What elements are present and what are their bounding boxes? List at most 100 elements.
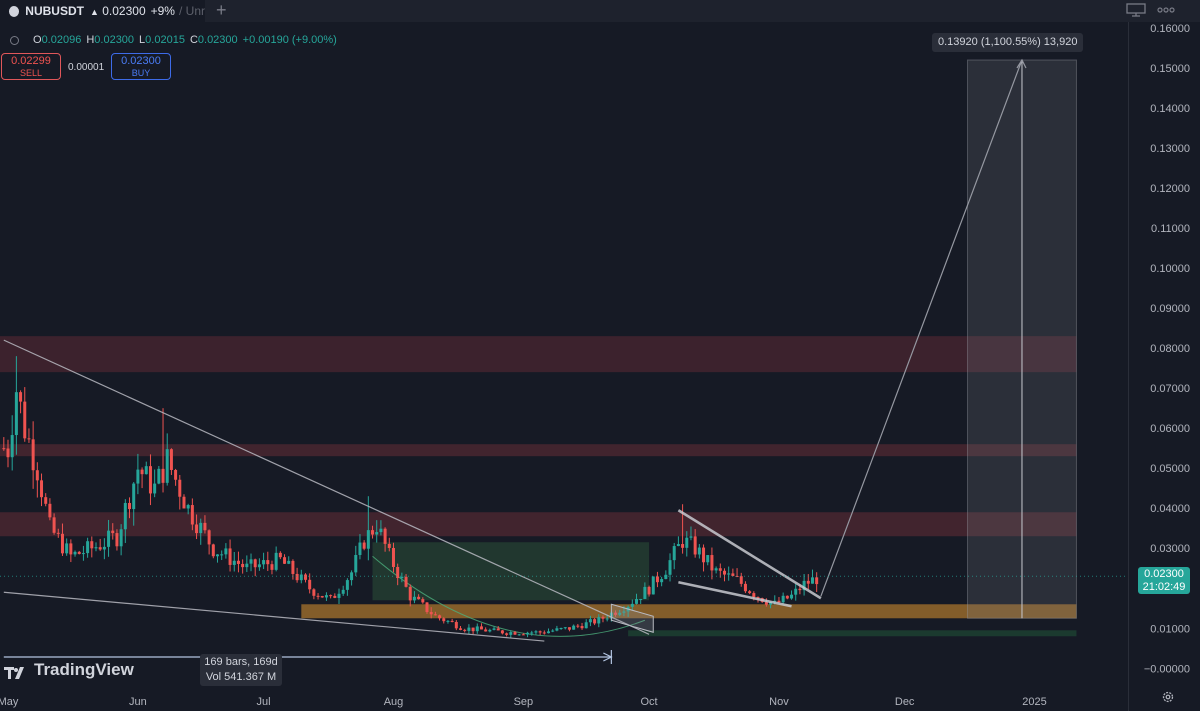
y-tick-label: 0.05000: [1150, 463, 1190, 475]
y-tick-label: 0.16000: [1150, 23, 1190, 35]
candle-body: [56, 532, 60, 534]
ohlc-legend: O 0.02096 H 0.02300 L 0.02015 C 0.02300 +0.0…: [10, 34, 337, 46]
x-tick-label: Sep: [514, 696, 534, 708]
candle-body: [475, 626, 479, 632]
candle-body: [14, 392, 18, 436]
candle-body: [291, 560, 295, 574]
y-tick-label: 0.13000: [1150, 143, 1190, 155]
candle-body: [266, 560, 270, 565]
candle-body: [345, 580, 349, 590]
candle-body: [379, 528, 383, 533]
candle-body: [421, 599, 425, 603]
candle-body: [639, 598, 643, 600]
date-range-info: 169 bars, 169d Vol 541.367 M: [200, 654, 282, 686]
candle-body: [597, 617, 601, 624]
candle-body: [567, 627, 571, 630]
candle-body: [706, 555, 710, 563]
current-price-tag: 0.02300 21:02:49: [1138, 567, 1190, 594]
candle-body: [119, 529, 123, 547]
candle-body: [555, 628, 559, 631]
open-value: 0.02096: [41, 34, 82, 46]
candle-body: [115, 533, 119, 547]
candle-body: [228, 548, 232, 565]
candle-body: [153, 483, 157, 494]
candle-body: [400, 576, 404, 579]
x-tick-label: Jun: [129, 696, 147, 708]
candle-body: [538, 631, 542, 633]
candle-body: [517, 634, 521, 636]
candle-body: [257, 564, 261, 568]
candle-body: [132, 483, 136, 510]
measure-label: 0.13920 (1,100.55%) 13,920: [932, 33, 1084, 52]
candle-body: [429, 612, 433, 615]
candle-body: [52, 517, 56, 533]
candle-body: [220, 554, 224, 556]
candle-body: [743, 583, 747, 592]
candle-body: [454, 621, 458, 629]
candle-countdown: 21:02:49: [1142, 581, 1186, 593]
candle-body: [165, 449, 169, 483]
spread-value: 0.00001: [68, 62, 105, 73]
candle-body: [299, 574, 303, 581]
sell-price: 0.02299: [11, 55, 51, 67]
candle-body: [320, 596, 324, 598]
candle-body: [484, 629, 488, 632]
candle-body: [35, 470, 39, 481]
settings-gear-icon[interactable]: [1161, 690, 1175, 707]
candle-body: [178, 479, 182, 497]
candle-body: [362, 542, 366, 549]
candle-body: [790, 594, 794, 599]
candle-body: [660, 579, 664, 583]
candle-body: [144, 466, 148, 475]
candle-body: [6, 448, 10, 458]
candle-body: [86, 541, 90, 554]
tradingview-mark-icon: [4, 664, 28, 679]
candle-body: [199, 522, 203, 534]
candle-body: [73, 551, 77, 555]
candle-body: [417, 596, 421, 600]
candle-body: [333, 595, 337, 598]
candle-body: [593, 619, 597, 624]
y-tick-label: 0.07000: [1150, 383, 1190, 395]
sell-label: SELL: [19, 68, 43, 78]
candle-body: [169, 449, 173, 470]
zone-band: [628, 630, 1077, 637]
candle-body: [195, 524, 199, 534]
candle-body: [2, 448, 6, 450]
candle-body: [174, 469, 178, 480]
candle-body: [689, 536, 693, 538]
candle-body: [798, 588, 802, 591]
candle-body: [731, 573, 735, 576]
candle-body: [509, 632, 513, 635]
candle-body: [316, 595, 320, 597]
candle-body: [19, 392, 23, 402]
candle-body: [182, 496, 186, 509]
buy-button[interactable]: 0.02300 BUY: [111, 53, 171, 80]
candle-body: [312, 589, 316, 596]
candle-body: [207, 530, 211, 545]
candle-body: [739, 576, 743, 584]
candle-body: [438, 615, 442, 619]
visibility-dot-icon[interactable]: [10, 35, 19, 45]
candle-body: [492, 628, 496, 630]
candle-body: [576, 625, 580, 627]
tradingview-logo[interactable]: TradingView: [4, 660, 134, 680]
candle-body: [697, 547, 701, 555]
price-chart[interactable]: 0.16000 0.15000 0.14000 0.13000 0.12000 0.110…: [0, 0, 1200, 711]
brand-text: TradingView: [34, 660, 134, 679]
candle-body: [559, 628, 563, 630]
candle-body: [580, 626, 584, 629]
candle-body: [81, 553, 85, 555]
sell-button[interactable]: 0.02299 SELL: [1, 53, 61, 80]
zone-band: [0, 444, 1077, 457]
candle-body: [601, 617, 605, 619]
candle-body: [123, 502, 127, 530]
change-value: +0.00190 (+9.00%): [242, 34, 337, 46]
candle-body: [479, 626, 483, 630]
buy-label: BUY: [131, 68, 151, 78]
candle-body: [547, 631, 551, 634]
zone-band: [0, 512, 1077, 537]
candle-body: [203, 522, 207, 531]
candle-body: [107, 530, 111, 547]
candle-body: [714, 568, 718, 571]
